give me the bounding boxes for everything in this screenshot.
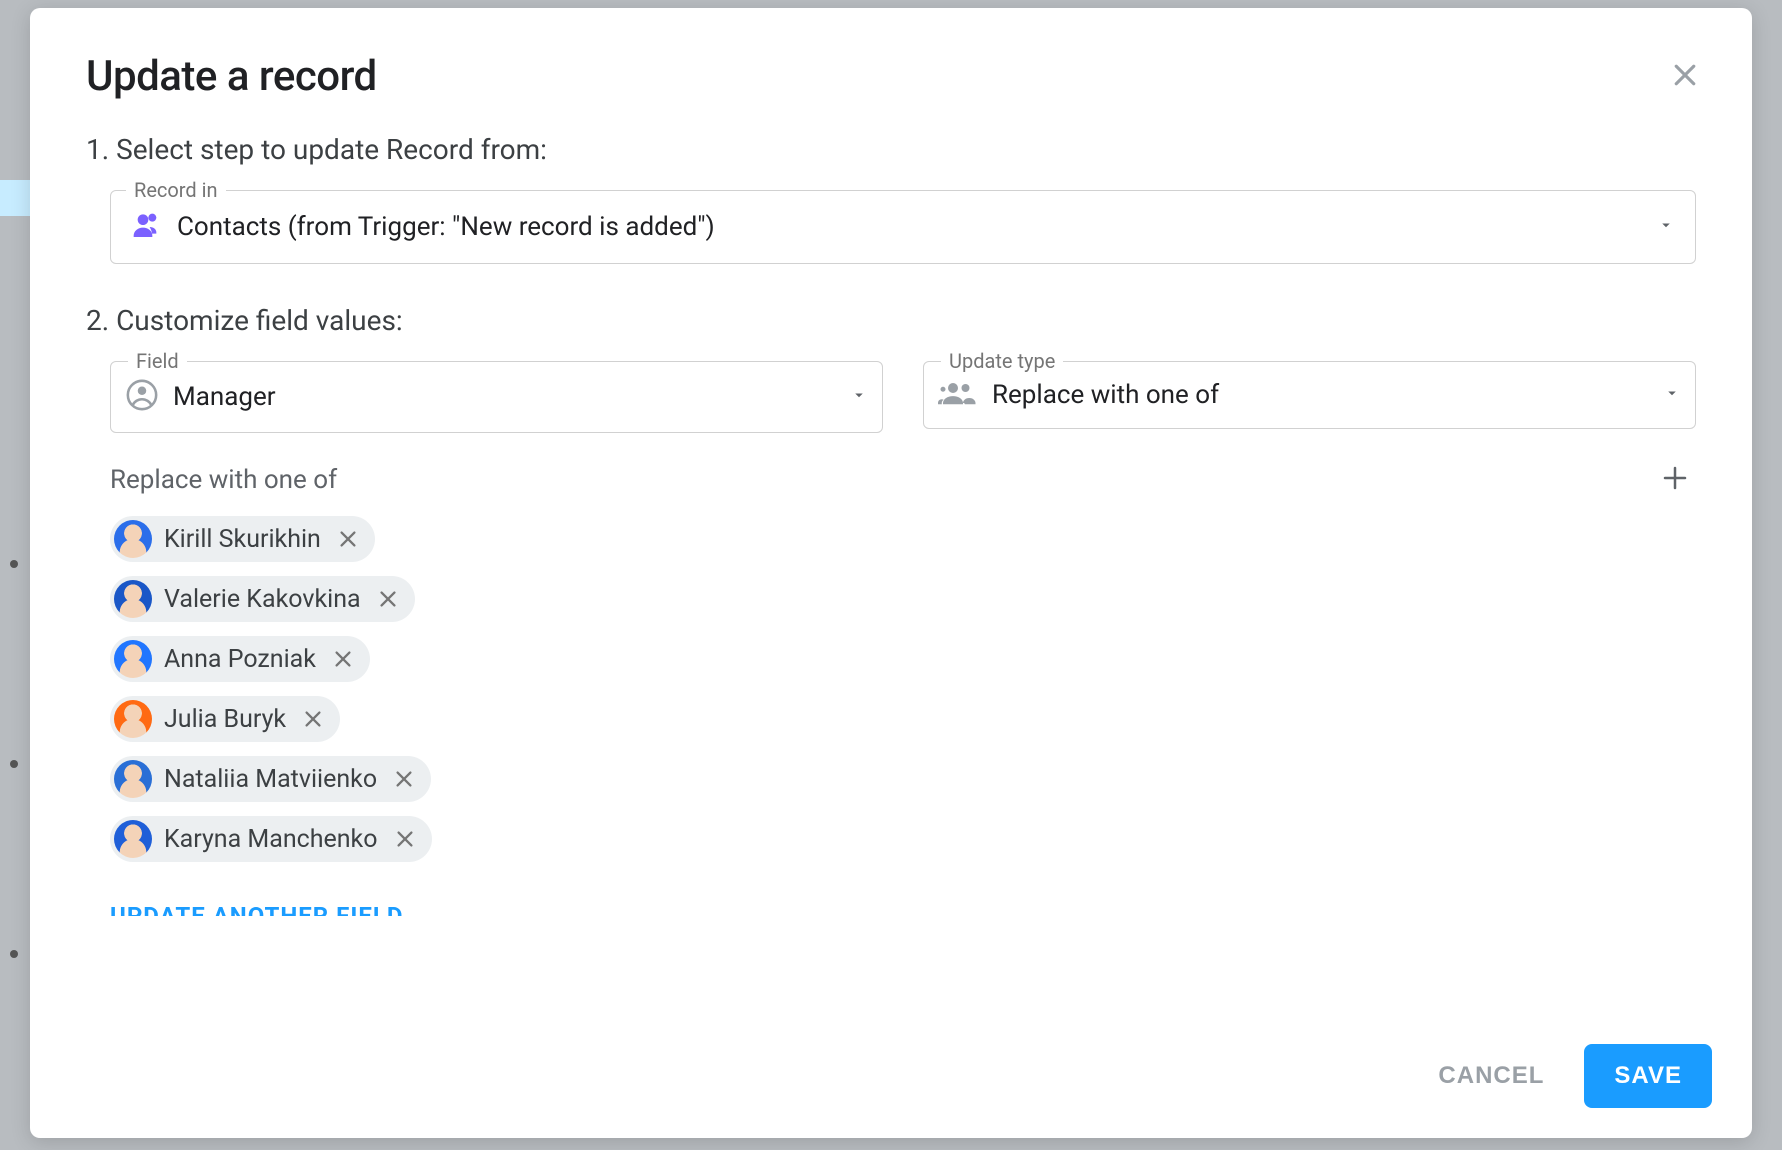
update-type-value: Replace with one of: [992, 380, 1649, 410]
chevron-down-icon: [850, 386, 868, 408]
avatar: [114, 520, 152, 558]
replace-section: Replace with one of Kirill Skurikhin Vale…: [86, 457, 1696, 862]
record-in-select[interactable]: Contacts (from Trigger: "New record is a…: [110, 190, 1696, 264]
record-in-legend: Record in: [126, 178, 226, 202]
chip-label: Valerie Kakovkina: [164, 585, 361, 614]
add-button[interactable]: [1654, 457, 1696, 502]
close-button[interactable]: [1666, 56, 1704, 97]
update-type-column: Update type Replace with one of: [923, 361, 1696, 433]
modal-footer: CANCEL SAVE: [30, 1020, 1752, 1138]
bg-decoration: [10, 950, 18, 958]
chip-remove-button[interactable]: [389, 764, 419, 794]
person-circle-icon: [125, 378, 159, 416]
chip-label: Karyna Manchenko: [164, 825, 378, 854]
chevron-down-icon: [1663, 384, 1681, 406]
avatar: [114, 820, 152, 858]
close-icon: [394, 828, 416, 850]
chip-label: Anna Pozniak: [164, 645, 316, 674]
replace-header: Replace with one of: [110, 457, 1696, 502]
bg-decoration: [0, 180, 30, 216]
user-chip: Valerie Kakovkina: [110, 576, 415, 622]
save-button[interactable]: SAVE: [1584, 1044, 1712, 1108]
update-record-modal: Update a record 1. Select step to update…: [30, 8, 1752, 1138]
record-in-value: Contacts (from Trigger: "New record is a…: [177, 212, 1643, 242]
user-chip: Anna Pozniak: [110, 636, 370, 682]
chip-label: Kirill Skurikhin: [164, 525, 321, 554]
user-chip: Julia Buryk: [110, 696, 340, 742]
close-icon: [302, 708, 324, 730]
field-select[interactable]: Manager: [110, 361, 883, 433]
avatar: [114, 580, 152, 618]
update-type-legend: Update type: [941, 349, 1063, 373]
chip-remove-button[interactable]: [390, 824, 420, 854]
cancel-button[interactable]: CANCEL: [1426, 1046, 1556, 1106]
user-chip: Nataliia Matviienko: [110, 756, 431, 802]
chip-remove-button[interactable]: [333, 524, 363, 554]
close-icon: [332, 648, 354, 670]
field-column: Field Manager: [110, 361, 883, 433]
update-another-field-button[interactable]: UPDATE ANOTHER FIELD: [86, 902, 1696, 916]
close-icon: [377, 588, 399, 610]
avatar: [114, 760, 152, 798]
plus-icon: [1660, 463, 1690, 493]
step1-label: 1. Select step to update Record from:: [86, 133, 1696, 166]
field-row: Field Manager Update type: [86, 361, 1696, 433]
people-icon: [131, 209, 163, 245]
close-icon: [1670, 60, 1700, 90]
close-icon: [393, 768, 415, 790]
avatar: [114, 700, 152, 738]
user-chip: Karyna Manchenko: [110, 816, 432, 862]
bg-decoration: [10, 560, 18, 568]
bg-decoration: [10, 760, 18, 768]
step2-label: 2. Customize field values:: [86, 304, 1696, 337]
record-in-field-wrapper: Record in Contacts (from Trigger: "New r…: [86, 190, 1696, 264]
group-icon: [938, 378, 978, 412]
avatar: [114, 640, 152, 678]
chip-remove-button[interactable]: [373, 584, 403, 614]
chip-remove-button[interactable]: [298, 704, 328, 734]
modal-title: Update a record: [86, 52, 377, 101]
chip-label: Nataliia Matviienko: [164, 765, 377, 794]
replace-title: Replace with one of: [110, 465, 337, 495]
chip-remove-button[interactable]: [328, 644, 358, 674]
chip-label: Julia Buryk: [164, 705, 286, 734]
chips-list: Kirill Skurikhin Valerie Kakovkina Anna Po…: [110, 516, 1696, 862]
modal-body: 1. Select step to update Record from: Re…: [30, 101, 1752, 1020]
chevron-down-icon: [1657, 216, 1675, 238]
user-chip: Kirill Skurikhin: [110, 516, 375, 562]
field-value: Manager: [173, 382, 836, 412]
field-legend: Field: [128, 349, 187, 373]
close-icon: [337, 528, 359, 550]
modal-header: Update a record: [30, 8, 1752, 101]
